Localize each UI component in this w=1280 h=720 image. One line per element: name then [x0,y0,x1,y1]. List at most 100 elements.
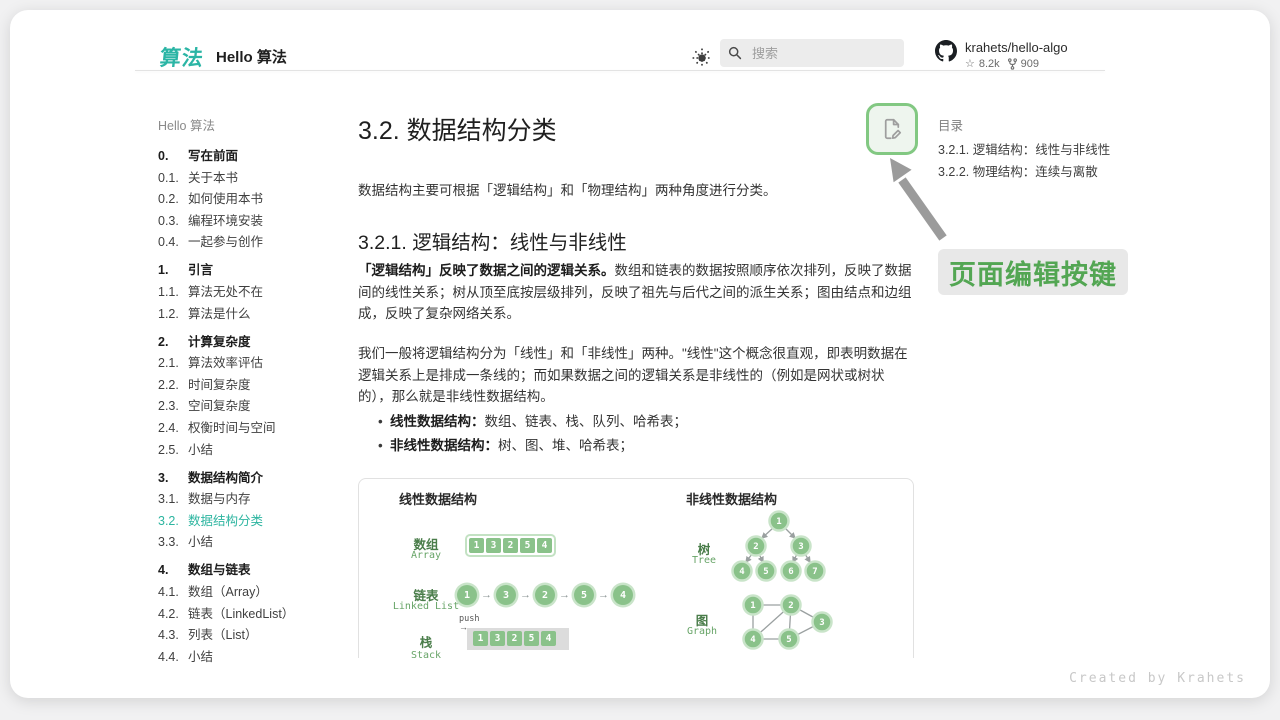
repo-name: krahets/hello-algo [965,40,1068,55]
tree-diagram: 1234567 [729,507,829,587]
search-icon [728,46,742,60]
node-value: 2 [788,601,793,611]
page-title: 3.2. 数据结构分类 [358,111,557,147]
search-box[interactable] [720,39,904,67]
sidebar-item[interactable]: 0.2.如何使用本书 [158,193,353,206]
stack-diagram: 13254 [473,631,556,646]
intro-paragraph: 数据结构主要可根据「逻辑结构」和「物理结构」两种角度进行分类。 [358,180,914,202]
bullet-dot: • [378,415,390,429]
value-cell: 1 [473,631,488,646]
node-value: 6 [788,567,793,577]
figure-data-structure-types: 线性数据结构 非线性数据结构 数组 Array 13254 链表 Linked … [358,478,914,658]
value-cell: 4 [541,631,556,646]
toc-nav: 目录 3.2.1. 逻辑结构：线性与非线性 3.2.2. 物理结构：连续与离散 [938,115,1138,188]
link-arrow: → [598,589,609,601]
sidebar-item[interactable]: 2.5.小结 [158,444,353,457]
sidebar-item[interactable]: 1.引言 [158,264,353,277]
star-count: 8.2k [979,58,1000,70]
repo-stats: ☆ 8.2k 909 [965,57,1068,70]
node-value: 5 [786,635,791,645]
node-value: 1 [776,517,781,527]
sidebar-item[interactable]: 3.3.小结 [158,536,353,549]
site-title[interactable]: Hello 算法 [216,46,287,67]
sidebar-item[interactable]: 2.4.权衡时间与空间 [158,422,353,435]
sidebar-item[interactable]: 3.数据结构简介 [158,472,353,485]
sidebar-item[interactable]: 3.1.数据与内存 [158,493,353,506]
node-value: 4 [750,635,756,645]
header-divider [135,70,1105,71]
toc-item[interactable]: 3.2.1. 逻辑结构：线性与非线性 [938,144,1138,157]
node-value: 3 [798,542,803,552]
page-edit-button[interactable] [866,103,918,155]
list-node: 4 [613,585,633,605]
star-icon: ☆ [965,57,975,70]
list-node: 5 [574,585,594,605]
paragraph-linear: 我们一般将逻辑结构分为「线性」和「非线性」两种。"线性"这个概念很直观，即表明数… [358,343,918,408]
page-card: 算法 Hello 算法 krahets/hello-algo ☆ [10,10,1270,698]
sidebar-item[interactable]: 2.2.时间复杂度 [158,379,353,392]
sidebar-item[interactable]: 1.2.算法是什么 [158,308,353,321]
array-diagram: 13254 [465,534,556,557]
toc-item[interactable]: 3.2.2. 物理结构：连续与离散 [938,166,1138,179]
sun-icon [691,47,713,69]
value-cell: 3 [486,538,501,553]
node-value: 7 [812,567,817,577]
pop-arrow: ← [459,653,468,658]
node-value: 2 [753,542,758,552]
theme-toggle-button[interactable] [691,47,713,69]
value-cell: 2 [503,538,518,553]
array-sublabel: Array [376,550,476,561]
sidebar-item[interactable]: 2.计算复杂度 [158,336,353,349]
bullet-list: • 线性数据结构：数组、链表、栈、队列、哈希表； • 非线性数据结构：树、图、堆… [358,415,914,462]
sidebar-item[interactable]: 4.2.链表（LinkedList） [158,608,353,621]
figure-nonlinear-title: 非线性数据结构 [686,489,777,508]
search-input[interactable] [750,45,884,62]
sidebar-item[interactable]: 2.3.空间复杂度 [158,400,353,413]
paragraph-logic: 「逻辑结构」反映了数据之间的逻辑关系。数组和链表的数据按照顺序依次排列，反映了数… [358,260,918,325]
footer-credit: Created by Krahets [1069,671,1246,686]
link-arrow: → [481,589,492,601]
graph-sublabel: Graph [652,626,752,637]
sidebar-item[interactable]: 4.1.数组（Array） [158,586,353,599]
sidebar-item[interactable]: 2.1.算法效率评估 [158,357,353,370]
list-node: 1 [457,585,477,605]
link-arrow: → [520,589,531,601]
stack-label: 栈 [376,632,476,651]
sidebar-item[interactable]: 3.2.数据结构分类 [158,515,353,528]
list-item: • 线性数据结构：数组、链表、栈、队列、哈希表； [358,415,914,429]
sidebar-item[interactable]: 4.4.小结 [158,651,353,664]
list-node: 2 [535,585,555,605]
edit-page-icon [879,116,905,142]
sidebar-item[interactable]: 0.写在前面 [158,150,353,163]
sidebar-header: Hello 算法 [158,115,353,134]
value-cell: 1 [469,538,484,553]
fork-count: 909 [1021,58,1039,70]
sidebar-item[interactable]: 4.数组与链表 [158,564,353,577]
annotation-label: 页面编辑按键 [938,249,1128,295]
annotation-arrow [868,150,958,250]
figure-linear-title: 线性数据结构 [399,489,477,508]
node-value: 1 [750,601,755,611]
sidebar-item[interactable]: 0.1.关于本书 [158,172,353,185]
linked-list-diagram: 1→3→2→5→4 [455,585,635,605]
sidebar-item[interactable]: 4.3.列表（List） [158,629,353,642]
sidebar-item[interactable]: 1.1.算法无处不在 [158,286,353,299]
value-cell: 2 [507,631,522,646]
list-item: • 非线性数据结构：树、图、堆、哈希表； [358,439,914,453]
toc-title: 目录 [938,115,1138,134]
value-cell: 5 [520,538,535,553]
list-node: 3 [496,585,516,605]
sidebar-item[interactable]: 0.3.编程环境安装 [158,215,353,228]
sidebar-nav: Hello 算法 0.写在前面 0.1.关于本书 0.2.如何使用本书 0.3.编程环… [158,115,353,672]
value-cell: 3 [490,631,505,646]
node-value: 5 [763,567,768,577]
site-logo[interactable]: 算法 [158,42,205,72]
node-value: 3 [819,618,824,628]
sidebar-item[interactable]: 0.4.一起参与创作 [158,236,353,249]
section-heading: 3.2.1. 逻辑结构：线性与非线性 [358,226,627,255]
graph-diagram: 1 2 3 4 5 [739,591,839,655]
value-cell: 5 [524,631,539,646]
value-cell: 4 [537,538,552,553]
fork-icon [1008,58,1017,70]
github-repo-link[interactable]: krahets/hello-algo ☆ 8.2k 909 [935,40,1068,70]
